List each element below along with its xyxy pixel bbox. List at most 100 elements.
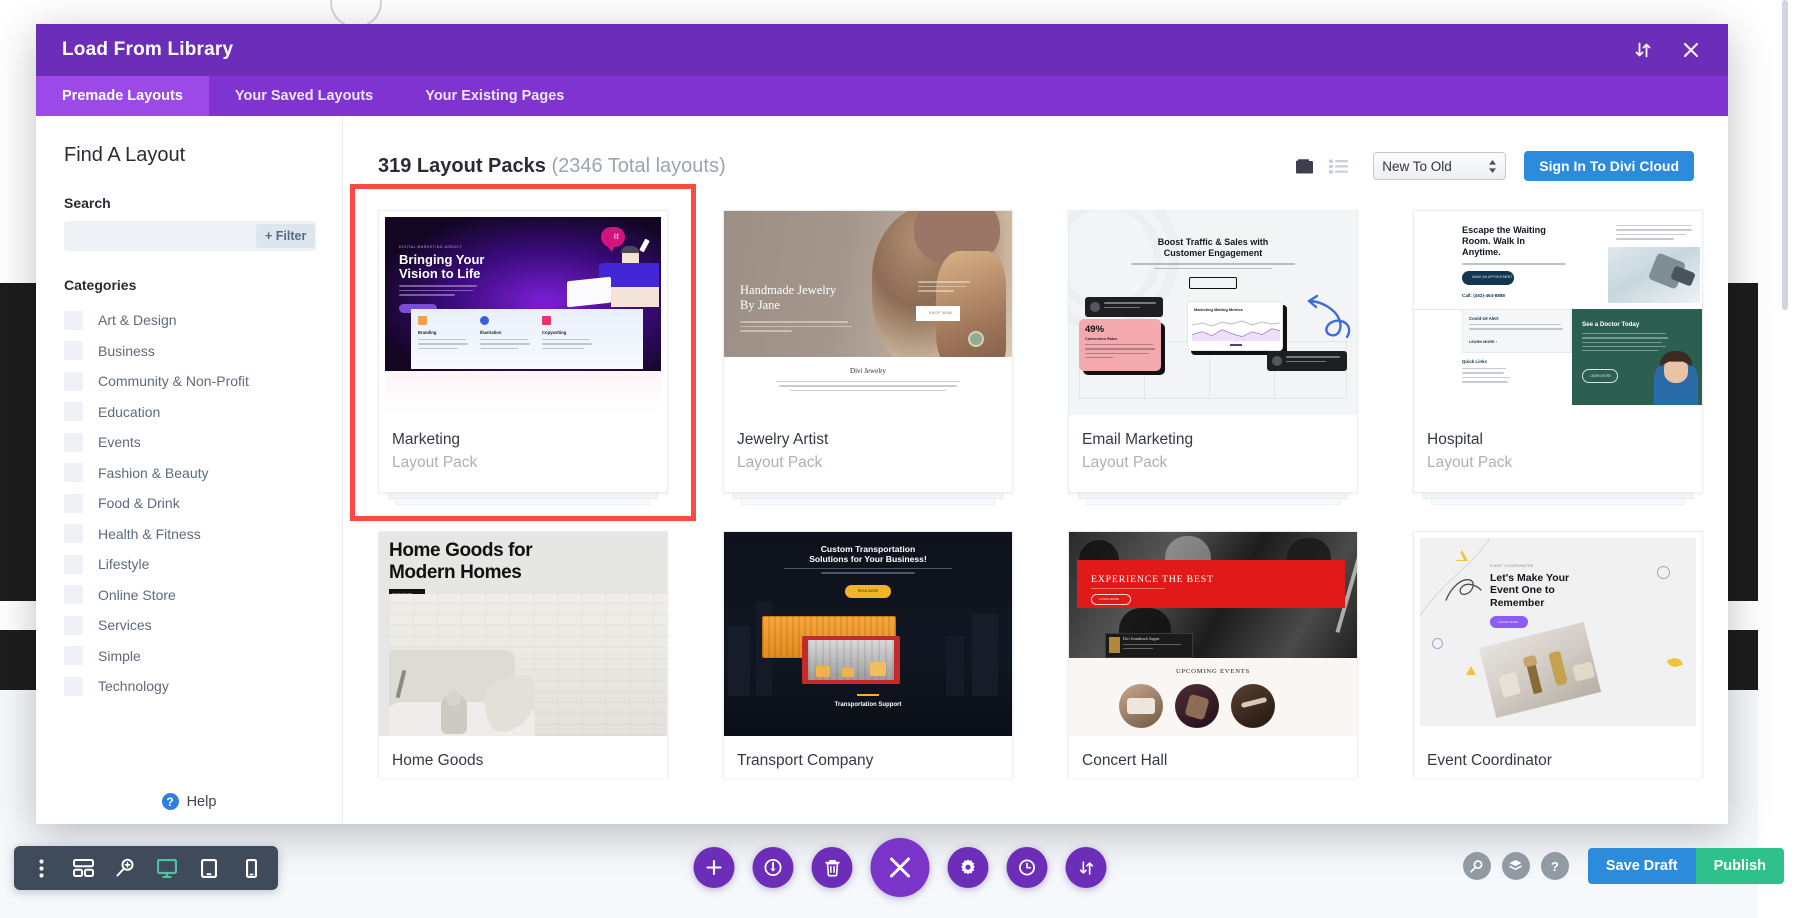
history-clock-icon[interactable] [1006,847,1048,888]
modal-tabs: Premade Layouts Your Saved Layouts Your … [36,76,1728,116]
card-meta: Concert Hall [1069,736,1357,778]
category-label: Lifestyle [98,556,150,573]
checkbox-icon[interactable] [64,463,83,483]
search-field-wrapper: + Filter [64,221,316,251]
close-builder-icon[interactable] [870,838,930,897]
category-item-art-design[interactable]: Art & Design [64,305,316,336]
category-label: Health & Fitness [98,525,201,542]
card-meta: Home Goods [379,736,667,778]
sort-updown-icon[interactable] [1632,39,1654,61]
search-input[interactable] [64,221,256,251]
checkbox-icon[interactable] [64,402,83,422]
search-icon[interactable] [1462,852,1491,880]
card-title: Home Goods [392,751,484,769]
category-label: Services [98,617,152,634]
trash-icon[interactable] [811,847,853,888]
close-icon[interactable] [1680,39,1702,61]
category-item-events[interactable]: Events [64,427,316,458]
card-meta: Hospital Layout Pack [1414,415,1702,492]
checkbox-icon[interactable] [64,646,83,666]
card-meta: Email Marketing Layout Pack [1069,415,1357,492]
help-question-icon[interactable]: ? [1540,852,1569,880]
layout-thumbnail: EVENT COORDINATOR Let's Make Your Event O… [1414,531,1702,736]
add-section-icon[interactable] [693,847,735,888]
modal-header-actions [1632,39,1702,61]
category-item-fashion-beauty[interactable]: Fashion & Beauty [64,458,316,489]
layout-thumbnail: Handmade Jewelry By Jane SHOP NOW Divi Je… [724,211,1012,415]
card-meta: Marketing Layout Pack [379,415,667,492]
layout-thumbnail: Escape the Waiting Room. Walk In Anytime. … [1414,211,1702,415]
card-meta: Event Coordinator [1414,736,1702,778]
checkbox-icon[interactable] [64,493,83,513]
phone-view-icon[interactable] [232,848,270,888]
layout-thumbnail: Custom Transportation Solutions for Your … [724,531,1012,736]
category-label: Technology [98,678,169,695]
category-item-community-non-profit[interactable]: Community & Non-Profit [64,366,316,397]
help-link[interactable]: ? Help [36,793,342,810]
zoom-out-icon[interactable] [106,848,144,888]
builder-bottom-bar: ? Save Draft Publish [0,824,1800,918]
card-title: Event Coordinator [1427,751,1552,769]
layout-card-event-coordinator[interactable]: EVENT COORDINATOR Let's Make Your Event O… [1413,530,1703,778]
category-item-technology[interactable]: Technology [64,671,316,702]
category-item-lifestyle[interactable]: Lifestyle [64,549,316,580]
desktop-view-icon[interactable] [148,848,186,888]
category-item-services[interactable]: Services [64,610,316,641]
checkbox-icon[interactable] [64,554,83,574]
total-layouts: (2346 Total layouts) [551,154,726,177]
help-label: Help [186,793,217,810]
layout-card-concert-hall[interactable]: EXPERIENCE THE BEST LEARN MORE Divi Soun… [1068,530,1358,778]
builder-left-toolbar [14,846,278,890]
layout-browser: 319 Layout Packs (2346 Total layouts) Ne… [343,116,1728,824]
sort-select[interactable]: New To Old [1373,152,1507,180]
tablet-view-icon[interactable] [190,848,228,888]
layout-card-jewelry-artist[interactable]: Handmade Jewelry By Jane SHOP NOW Divi Je… [723,210,1013,505]
category-item-health-fitness[interactable]: Health & Fitness [64,519,316,550]
power-toggle-icon[interactable] [752,847,794,888]
builder-center-toolbar [693,838,1107,897]
checkbox-icon[interactable] [64,524,83,544]
tab-premade-layouts[interactable]: Premade Layouts [36,76,209,116]
checkbox-icon[interactable] [64,371,83,391]
checkbox-icon[interactable] [64,432,83,452]
card-title: Email Marketing [1082,431,1194,448]
publish-button[interactable]: Publish [1695,848,1784,884]
layout-card-marketing[interactable]: DIGITAL MARKETING AGENCY Bringing Your Vi… [350,184,696,521]
category-label: Food & Drink [98,495,180,512]
more-options-icon[interactable] [22,848,60,888]
checkbox-icon[interactable] [64,676,83,696]
layout-card-email-marketing[interactable]: Boost Traffic & Sales with Customer Engag… [1068,210,1358,505]
sign-in-divi-cloud-button[interactable]: Sign In To Divi Cloud [1524,151,1694,181]
tab-your-saved-layouts[interactable]: Your Saved Layouts [209,76,399,116]
checkbox-icon[interactable] [64,585,83,605]
category-item-simple[interactable]: Simple [64,641,316,672]
card-title: Hospital [1427,431,1483,448]
wireframe-icon[interactable] [64,848,102,888]
checkbox-icon[interactable] [64,615,83,635]
layers-icon[interactable] [1501,852,1530,880]
page-scrollbar[interactable] [1782,0,1788,310]
checkbox-icon[interactable] [64,341,83,361]
category-item-food-drink[interactable]: Food & Drink [64,488,316,519]
list-view-icon[interactable] [1321,152,1355,180]
portability-icon[interactable] [1065,847,1107,888]
checkbox-icon[interactable] [64,310,83,330]
layout-card-transport-company[interactable]: Custom Transportation Solutions for Your … [723,530,1013,778]
category-item-education[interactable]: Education [64,397,316,428]
tab-your-existing-pages[interactable]: Your Existing Pages [399,76,590,116]
filter-button[interactable]: + Filter [256,224,316,248]
grid-view-icon[interactable] [1287,152,1321,180]
help-question-icon: ? [161,793,179,810]
save-draft-button[interactable]: Save Draft [1587,848,1696,884]
layout-thumbnail: EXPERIENCE THE BEST LEARN MORE Divi Soun… [1069,531,1357,736]
category-item-online-store[interactable]: Online Store [64,580,316,611]
settings-gear-icon[interactable] [947,847,989,888]
layout-card-hospital[interactable]: Escape the Waiting Room. Walk In Anytime. … [1413,210,1703,505]
load-from-library-modal: Load From Library Premade Layouts Your S… [36,24,1728,824]
modal-header: Load From Library [36,24,1728,76]
category-label: Community & Non-Profit [98,373,249,390]
layout-card-home-goods[interactable]: Home Goods forModern Homes SHOP ONLINE [378,530,668,778]
category-label: Events [98,434,141,451]
layout-toolbar: 319 Layout Packs (2346 Total layouts) Ne… [343,116,1728,188]
category-item-business[interactable]: Business [64,336,316,367]
